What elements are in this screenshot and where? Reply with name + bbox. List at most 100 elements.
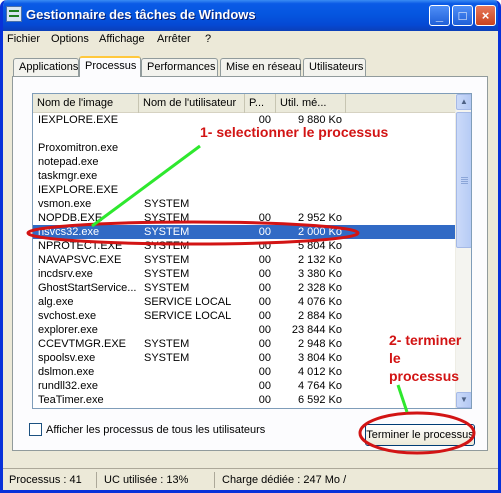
annotation-step2-line1: 2- terminer [389,332,462,348]
table-row[interactable]: vsmon.exe SYSTEM [33,197,457,211]
process-memory: 4 012 Ko [297,366,342,378]
menu-options[interactable]: Options [51,33,89,45]
status-cpu-usage: UC utilisée : 13% [100,472,215,488]
status-bar: Processus : 41 UC utilisée : 13% Charge … [3,468,498,490]
process-cpu: 00 [258,254,271,266]
column-user-name[interactable]: Nom de l'utilisateur [139,94,245,113]
maximize-button[interactable]: □ [452,5,473,26]
status-process-count: Processus : 41 [5,472,97,488]
process-user: SYSTEM [144,212,190,224]
status-commit-charge: Charge dédiée : 247 Mo / [222,474,347,486]
process-cpu [247,155,271,169]
column-cpu[interactable]: P... [245,94,276,113]
column-image-name[interactable]: Nom de l'image [33,94,139,113]
table-row-selected[interactable]: nsvcs32.exe SYSTEM 00 2 000 Ko [33,225,457,239]
process-memory: 23 844 Ko [291,324,342,336]
process-name: taskmgr.exe [38,170,98,182]
process-name: NAVAPSVC.EXE [38,254,122,266]
process-name: IEXPLORE.EXE [38,114,119,126]
process-user [144,169,244,183]
tab-performances[interactable]: Performances [141,58,218,76]
process-user: SYSTEM [144,226,190,238]
process-cpu [247,169,271,183]
process-name: spoolsv.exe [38,352,96,364]
process-cpu [247,197,271,211]
table-row[interactable]: notepad.exe [33,155,457,169]
process-memory: 4 076 Ko [297,296,342,308]
menu-help[interactable]: ? [205,33,211,45]
process-cpu: 00 [258,282,271,294]
table-row[interactable]: GhostStartService... SYSTEM 00 2 328 Ko [33,281,457,295]
process-cpu: 00 [258,212,271,224]
menu-arreter[interactable]: Arrêter [157,33,191,45]
scroll-up-icon[interactable]: ▲ [456,94,471,110]
process-list[interactable]: Nom de l'image Nom de l'utilisateur P...… [32,93,472,409]
process-name: GhostStartService... [38,282,137,294]
process-cpu: 00 [258,352,271,364]
minimize-button[interactable]: _ [429,5,450,26]
process-cpu: 00 [258,324,271,336]
process-user [144,183,244,197]
table-row[interactable]: IEXPLORE.EXE [33,183,457,197]
table-row[interactable]: NAVAPSVC.EXE SYSTEM 00 2 132 Ko [33,253,457,267]
process-cpu [247,141,271,155]
process-name: svchost.exe [38,310,97,322]
process-name: vsmon.exe [38,198,92,210]
process-cpu [247,183,271,197]
process-cpu: 00 [258,296,271,308]
process-user: SYSTEM [144,198,190,210]
annotation-step1: 1- selectionner le processus [200,124,389,140]
table-row[interactable]: svchost.exe SERVICE LOCAL 00 2 884 Ko [33,309,457,323]
table-row[interactable]: Proxomitron.exe [33,141,457,155]
menu-affichage[interactable]: Affichage [99,33,145,45]
process-memory: 6 592 Ko [297,394,342,406]
table-row[interactable]: TeaTimer.exe 00 6 592 Ko [33,393,457,407]
process-user [144,141,244,155]
tab-mise-en-reseau[interactable]: Mise en réseau [220,58,301,76]
process-memory: 2 948 Ko [297,338,342,350]
scroll-down-icon[interactable]: ▼ [456,392,471,408]
process-user: SYSTEM [144,282,190,294]
process-memory [278,197,342,211]
process-memory [278,141,342,155]
task-manager-window: Gestionnaire des tâches de Windows _ □ ×… [0,0,501,493]
process-name: NOPDB.EXE [38,212,103,224]
process-user: SERVICE LOCAL [144,296,232,308]
process-name: notepad.exe [38,156,99,168]
process-memory: 3 380 Ko [297,268,342,280]
process-user: SERVICE LOCAL [144,310,232,322]
title-bar[interactable]: Gestionnaire des tâches de Windows _ □ × [3,0,498,31]
process-name: alg.exe [38,296,74,308]
tab-utilisateurs[interactable]: Utilisateurs [303,58,366,76]
process-memory: 2 952 Ko [297,212,342,224]
show-all-users-checkbox[interactable] [29,423,42,436]
menu-fichier[interactable]: Fichier [7,33,40,45]
process-memory: 2 744 Ko [278,407,342,408]
process-name: TeaTimer.exe [38,394,104,406]
end-process-button[interactable]: Terminer le processus [365,424,475,446]
process-memory: 3 804 Ko [297,352,342,364]
task-manager-icon [6,6,22,22]
table-row[interactable]: alg.exe SERVICE LOCAL 00 4 076 Ko [33,295,457,309]
tab-applications[interactable]: Applications [13,58,79,76]
process-cpu: 00 [258,366,271,378]
table-row[interactable]: taskmgr.exe [33,169,457,183]
process-name: explorer.exe [38,324,98,336]
table-row[interactable]: incdsrv.exe SYSTEM 00 3 380 Ko [33,267,457,281]
process-memory [278,155,342,169]
process-memory: 2 884 Ko [297,310,342,322]
table-row[interactable]: ADSL Autoconnec... 00 2 744 Ko [33,407,457,408]
process-user [144,365,244,379]
tab-processus[interactable]: Processus [79,56,141,77]
process-cpu: 00 [258,310,271,322]
process-cpu: 00 [247,407,271,408]
table-row[interactable]: NOPDB.EXE SYSTEM 00 2 952 Ko [33,211,457,225]
close-button[interactable]: × [475,5,496,26]
scroll-thumb[interactable] [456,112,471,248]
column-memory[interactable]: Util. mé... [276,94,346,113]
process-user: SYSTEM [144,240,190,252]
process-cpu: 00 [258,380,271,392]
process-memory: 2 328 Ko [297,282,342,294]
vertical-scrollbar[interactable]: ▲ ▼ [455,94,471,408]
table-row[interactable]: NPROTECT.EXE SYSTEM 00 5 804 Ko [33,239,457,253]
